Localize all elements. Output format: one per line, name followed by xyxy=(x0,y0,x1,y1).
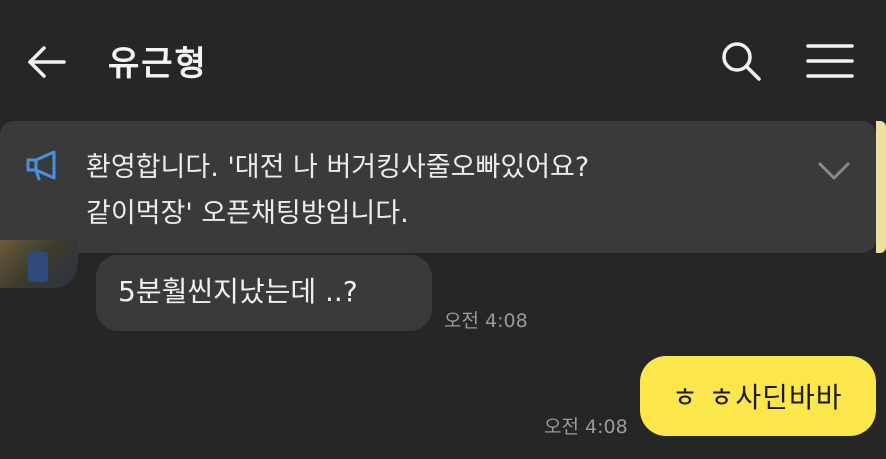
search-button[interactable] xyxy=(716,36,766,86)
avatar[interactable] xyxy=(0,240,78,288)
search-icon xyxy=(722,42,761,81)
back-button[interactable] xyxy=(22,38,70,86)
hamburger-menu-icon xyxy=(806,44,854,78)
notice-accent xyxy=(876,121,886,253)
message-time-incoming: 오전 4:08 xyxy=(444,310,528,332)
message-text-outgoing: ㅎ ㅎ사딘바바 xyxy=(672,381,843,414)
message-text-incoming: 5분훨씬지났는데 ..? xyxy=(118,275,358,308)
notice-text: 환영합니다. '대전 나 버거킹사줄오빠있어요? 같이먹장' 오픈채팅방입니다. xyxy=(86,152,590,229)
chat-header: 유근형 xyxy=(0,0,886,120)
megaphone-icon xyxy=(26,150,56,181)
chat-title: 유근형 xyxy=(108,44,208,84)
chevron-down-icon[interactable] xyxy=(816,156,852,184)
menu-button[interactable] xyxy=(802,36,858,86)
message-time-outgoing: 오전 4:08 xyxy=(544,416,628,438)
arrow-left-icon xyxy=(28,46,66,78)
